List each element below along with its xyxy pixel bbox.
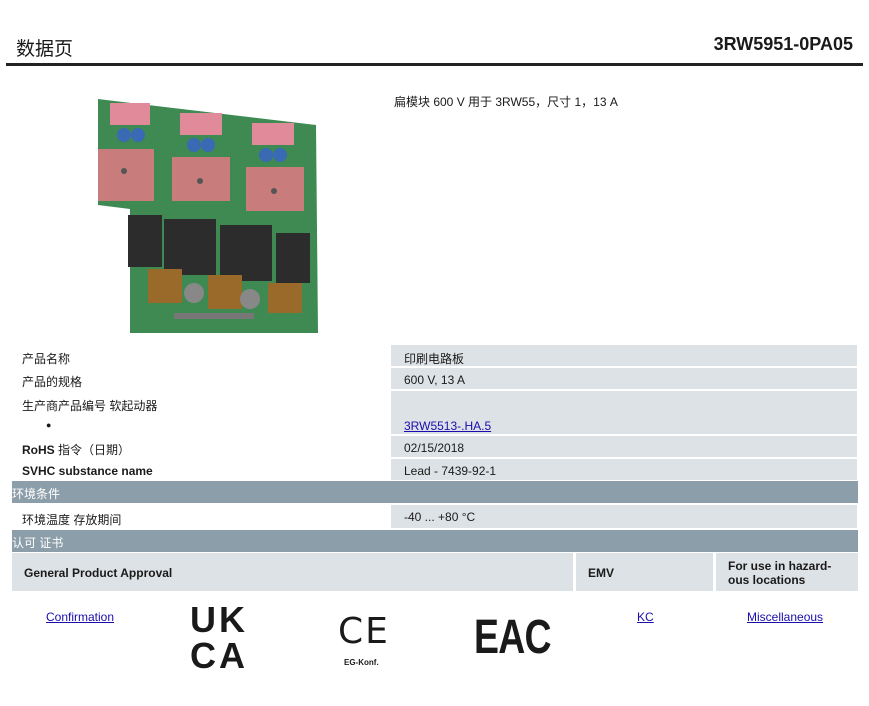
section-certificates: 认可 证书 bbox=[12, 530, 858, 552]
ce-mark-letters: CE bbox=[338, 611, 390, 652]
kc-link[interactable]: KC bbox=[637, 610, 654, 624]
bullet: ● bbox=[46, 420, 52, 430]
approval-hazard-label-2: ous locations bbox=[728, 573, 806, 587]
approval-general-label: General Product Approval bbox=[24, 566, 173, 580]
approval-hazard-label-1: For use in hazard- bbox=[728, 559, 832, 573]
value-storage-temp: -40 ... +80 °C bbox=[404, 510, 476, 524]
rohs-label-bold: RoHS bbox=[22, 443, 55, 457]
label-rohs: RoHS 指令（日期） bbox=[22, 441, 130, 458]
product-image bbox=[98, 99, 318, 333]
product-description: 扁模块 600 V 用于 3RW55，尺寸 1，13 A bbox=[394, 95, 618, 109]
label-storage-temp: 环境温度 存放期间 bbox=[22, 513, 122, 527]
approval-emv-label: EMV bbox=[588, 566, 615, 580]
label-product-spec: 产品的规格 bbox=[22, 375, 83, 389]
eac-mark-letters: EAC bbox=[474, 611, 551, 664]
rohs-label-rest: 指令（日期） bbox=[54, 443, 131, 457]
value-rohs: 02/15/2018 bbox=[404, 441, 465, 455]
approval-header-general: General Product Approval bbox=[12, 553, 573, 591]
page-title: 数据页 bbox=[16, 39, 74, 60]
section-certificates-title: 认可 证书 bbox=[12, 536, 64, 550]
section-environment-title: 环境条件 bbox=[12, 487, 61, 501]
label-svhc: SVHC substance name bbox=[22, 464, 153, 478]
value-svhc: Lead - 7439-92-1 bbox=[404, 464, 497, 478]
ce-mark-icon: CE EG-Konf. bbox=[336, 612, 396, 672]
approval-header-emv: EMV bbox=[576, 553, 713, 591]
confirmation-link[interactable]: Confirmation bbox=[46, 610, 114, 624]
ukca-logo-icon: UK CA bbox=[190, 602, 256, 676]
ukca-top-letters: UK bbox=[190, 599, 248, 640]
value-product-name: 印刷电路板 bbox=[404, 352, 465, 366]
approval-header-hazard: For use in hazard- ous locations bbox=[716, 553, 858, 591]
eac-mark-icon: EAC bbox=[474, 612, 551, 668]
label-manufacturer-number: 生产商产品编号 软起动器 bbox=[22, 399, 158, 413]
section-environment: 环境条件 bbox=[12, 481, 858, 503]
page-header: 数据页 3RW5951-0PA05 bbox=[6, 28, 863, 66]
ukca-bottom-letters: CA bbox=[190, 635, 248, 676]
miscellaneous-link[interactable]: Miscellaneous bbox=[747, 610, 823, 624]
value-product-spec: 600 V, 13 A bbox=[404, 373, 465, 387]
ce-mark-subtext: EG-Konf. bbox=[344, 658, 379, 667]
link-softstarter-number[interactable]: 3RW5513-.HA.5 bbox=[404, 419, 491, 433]
product-code: 3RW5951-0PA05 bbox=[713, 34, 853, 54]
label-product-name: 产品名称 bbox=[22, 352, 71, 366]
